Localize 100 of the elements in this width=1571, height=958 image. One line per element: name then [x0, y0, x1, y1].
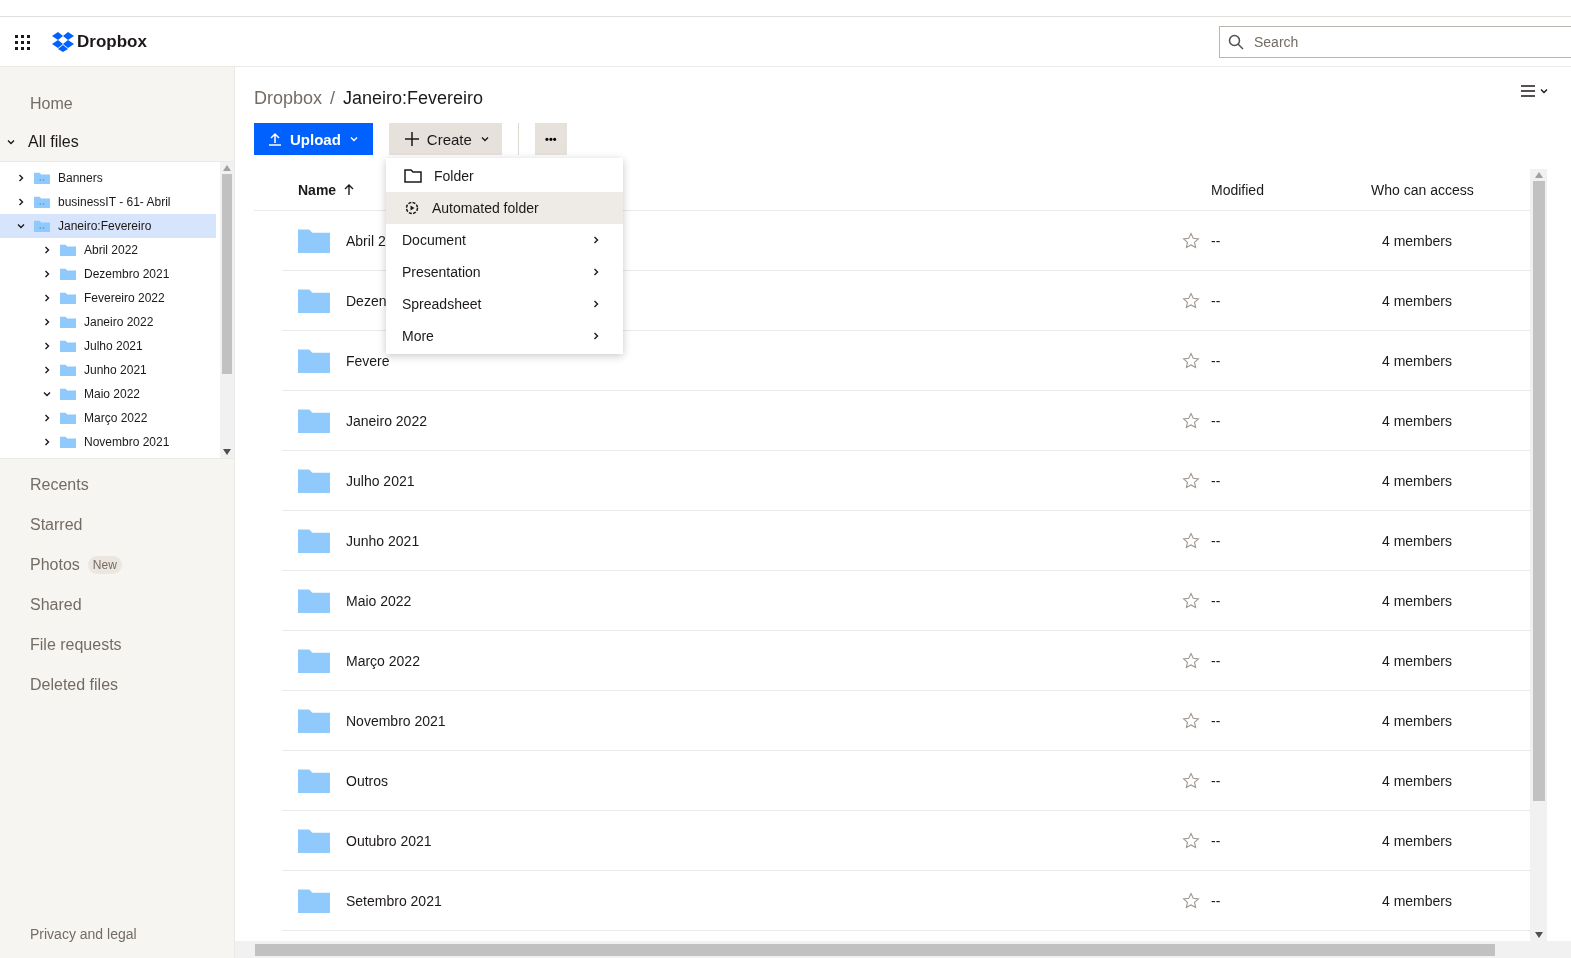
file-name[interactable]: Março 2022 — [346, 652, 420, 669]
menu-item[interactable]: More — [386, 320, 623, 352]
sidebar-item[interactable]: Photos New — [0, 545, 234, 585]
nav-label[interactable]: Recents — [30, 476, 89, 494]
upload-button[interactable]: Upload — [254, 123, 373, 155]
tree-item[interactable]: Março 2022 — [0, 406, 216, 430]
scrollbar[interactable] — [220, 162, 234, 458]
nav-label[interactable]: Photos — [30, 556, 80, 574]
logo-icon — [52, 31, 74, 52]
scroll-down-icon[interactable] — [1534, 932, 1543, 938]
menu-item[interactable]: Automated folder — [386, 192, 623, 224]
chevron-icon[interactable] — [42, 341, 52, 351]
star-icon[interactable] — [1182, 831, 1200, 850]
scrollbar[interactable] — [1530, 169, 1547, 941]
star-icon[interactable] — [1182, 591, 1200, 610]
nav-label[interactable]: Shared — [30, 596, 82, 614]
star-icon[interactable] — [1182, 651, 1200, 670]
horizontal-scrollbar[interactable] — [235, 941, 1571, 958]
view-menu-button[interactable] — [1521, 85, 1549, 97]
tree-item[interactable]: Julho 2021 — [0, 334, 216, 358]
modified-cell-text: -- — [1211, 232, 1222, 249]
star-icon[interactable] — [1182, 531, 1200, 550]
sidebar-item[interactable]: Home — [0, 85, 234, 123]
chevron-icon[interactable] — [42, 317, 52, 327]
folder-icon — [60, 411, 76, 425]
file-name[interactable]: Setembro 2021 — [346, 892, 442, 909]
chevron-icon — [1539, 86, 1549, 96]
menu-item[interactable]: Document — [386, 224, 623, 256]
star-icon[interactable] — [1182, 291, 1200, 310]
chevron-icon[interactable] — [42, 293, 52, 303]
column-header[interactable]: Modified — [1211, 181, 1371, 198]
sidebar-item[interactable]: Deleted files — [0, 665, 234, 705]
star-icon[interactable] — [1182, 231, 1200, 250]
menu-item[interactable]: Spreadsheet — [386, 288, 623, 320]
tree-item[interactable]: Maio 2022 — [0, 382, 216, 406]
shared-folder-icon — [34, 195, 50, 209]
app-grid-icon[interactable] — [14, 33, 30, 50]
chevron-icon[interactable] — [42, 413, 52, 423]
sidebar-item[interactable]: Shared — [0, 585, 234, 625]
more-button[interactable]: ••• — [534, 123, 567, 155]
shared-folder-icon — [34, 171, 50, 185]
chevron-icon[interactable] — [16, 221, 26, 231]
chevron-icon[interactable] — [42, 269, 52, 279]
tree-item[interactable]: businessIT - 61- Abril — [0, 190, 216, 214]
star-icon[interactable] — [1182, 771, 1200, 790]
chevron-icon[interactable] — [16, 173, 26, 183]
create-button[interactable]: Create — [388, 123, 502, 155]
breadcrumb-separator: / — [330, 87, 336, 109]
file-name[interactable]: Outros — [346, 772, 388, 789]
tree-item[interactable]: Janeiro:Fevereiro — [0, 214, 216, 238]
star-icon[interactable] — [1182, 411, 1200, 430]
star-icon[interactable] — [1182, 471, 1200, 490]
access-cell-text: 4 members — [1381, 472, 1454, 489]
star-icon[interactable] — [1182, 351, 1200, 370]
folder-icon — [298, 647, 330, 674]
folder-icon — [60, 363, 76, 377]
file-name[interactable]: Janeiro 2022 — [346, 412, 427, 429]
tree-item[interactable]: Novembro 2021 — [0, 430, 216, 454]
tree-item[interactable]: Dezembro 2021 — [0, 262, 216, 286]
file-name[interactable]: Dezen — [346, 292, 387, 309]
file-name[interactable]: Julho 2021 — [346, 472, 415, 489]
tree-item[interactable]: Fevereiro 2022 — [0, 286, 216, 310]
sidebar-item[interactable]: Recents — [0, 465, 234, 505]
sidebar-item[interactable]: All files — [0, 123, 234, 161]
tree-item[interactable]: Banners — [0, 166, 216, 190]
sidebar-item[interactable]: File requests — [0, 625, 234, 665]
file-name[interactable]: Abril 2 — [346, 232, 386, 249]
scroll-down-icon[interactable] — [223, 449, 231, 455]
file-name[interactable]: Maio 2022 — [346, 592, 412, 609]
sidebar-item[interactable]: Starred — [0, 505, 234, 545]
access-cell-text: 4 members — [1381, 352, 1454, 369]
file-name[interactable]: Fevere — [346, 352, 390, 369]
chevron-icon[interactable] — [6, 137, 16, 147]
search-input[interactable]: Search — [1252, 32, 1571, 51]
star-icon[interactable] — [1182, 711, 1200, 730]
privacy-link[interactable]: Privacy and legal — [0, 926, 234, 958]
nav-label[interactable]: File requests — [30, 636, 122, 654]
file-name[interactable]: Outubro 2021 — [346, 832, 432, 849]
file-name[interactable]: Novembro 2021 — [346, 712, 446, 729]
breadcrumb-item[interactable]: Dropbox — [254, 87, 323, 109]
tree-item[interactable]: Junho 2021 — [0, 358, 216, 382]
chevron-icon[interactable] — [42, 245, 52, 255]
menu-item[interactable]: Presentation — [386, 256, 623, 288]
nav-label[interactable]: Starred — [30, 516, 83, 534]
chevron-icon[interactable] — [42, 437, 52, 447]
folder-icon — [298, 707, 330, 734]
folder-icon — [298, 767, 330, 794]
tree-item[interactable]: Abril 2022 — [0, 238, 216, 262]
search-field[interactable]: Search — [1219, 25, 1571, 58]
star-icon[interactable] — [1182, 891, 1200, 910]
chevron-icon[interactable] — [42, 365, 52, 375]
nav-label[interactable]: Deleted files — [30, 676, 119, 694]
folder-icon — [298, 467, 330, 494]
tree-item[interactable]: Janeiro 2022 — [0, 310, 216, 334]
file-name[interactable]: Junho 2021 — [346, 532, 420, 549]
chevron-icon[interactable] — [16, 197, 26, 207]
chevron-icon[interactable] — [42, 389, 52, 399]
breadcrumb-item[interactable]: Janeiro:Fevereiro — [343, 87, 484, 109]
column-header[interactable]: Who can access — [1371, 181, 1530, 198]
search-icon — [1228, 33, 1244, 50]
